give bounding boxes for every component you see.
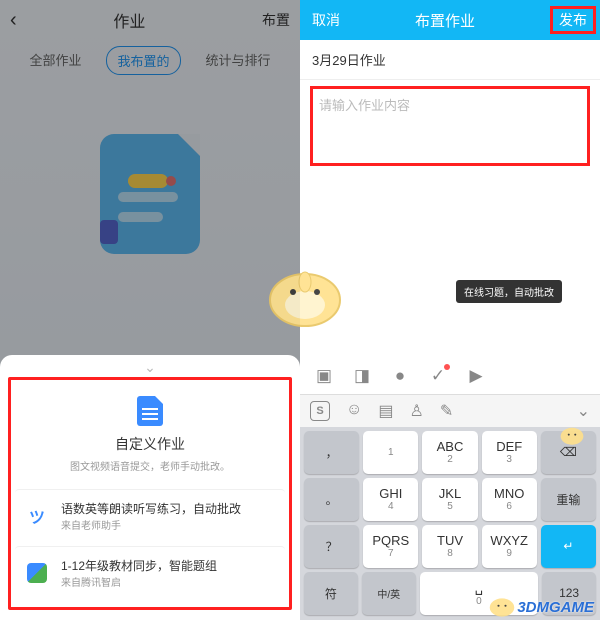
mascot-icon bbox=[554, 420, 590, 446]
smile-icon: ツ bbox=[23, 502, 51, 530]
sheet-handle-icon[interactable]: ⌄ bbox=[138, 359, 162, 369]
key-pqrs[interactable]: PQRS7 bbox=[363, 525, 418, 568]
key-lang[interactable]: 中/英 bbox=[362, 572, 416, 615]
check-icon[interactable]: ✓ bbox=[428, 366, 448, 386]
key-def[interactable]: DEF3 bbox=[482, 431, 537, 474]
tooltip-auto-grade: 在线习题，自动批改 bbox=[456, 280, 562, 303]
option-title: 语数英等朗读听写练习，自动批改 bbox=[61, 500, 277, 517]
highlight-box-options: 自定义作业 图文视频语音提交，老师手动批改。 ツ 语数英等朗读听写练习，自动批改… bbox=[8, 377, 292, 610]
homework-date: 3月29日作业 bbox=[300, 40, 600, 80]
sogou-icon[interactable]: S bbox=[310, 401, 330, 421]
option-reading-practice[interactable]: ツ 语数英等朗读听写练习，自动批改 来自老师助手 bbox=[15, 489, 285, 542]
key-symbol[interactable]: 符 bbox=[304, 572, 358, 615]
bottom-sheet: ⌄ 自定义作业 图文视频语音提交，老师手动批改。 ツ 语数英等朗读听写练习，自动… bbox=[0, 355, 300, 620]
key-question[interactable]: ？ bbox=[304, 525, 359, 568]
handwrite-icon[interactable]: ✎ bbox=[440, 401, 453, 421]
key-jkl[interactable]: JKL5 bbox=[422, 478, 477, 521]
keyboard: ， 1 ABC2 DEF3 ⌫ 。 GHI4 JKL5 MNO6 重输 ？ PQ… bbox=[300, 427, 600, 621]
key-clear[interactable]: 重输 bbox=[541, 478, 596, 521]
cancel-button[interactable]: 取消 bbox=[312, 10, 340, 30]
option-textbook-sync[interactable]: 1-12年级教材同步，智能题组 来自腾讯智启 bbox=[15, 546, 285, 599]
right-nav: 取消 布置作业 发布 bbox=[300, 0, 600, 40]
key-1[interactable]: 1 bbox=[363, 431, 418, 474]
mascot-icon bbox=[255, 250, 355, 330]
mic-icon[interactable]: ● bbox=[390, 366, 410, 386]
option-custom-homework[interactable]: 自定义作业 图文视频语音提交，老师手动批改。 bbox=[15, 384, 285, 485]
video-icon[interactable]: ▶ bbox=[466, 366, 486, 386]
option-title: 1-12年级教材同步，智能题组 bbox=[61, 557, 277, 574]
key-ghi[interactable]: GHI4 bbox=[363, 478, 418, 521]
key-period[interactable]: 。 bbox=[304, 478, 359, 521]
nav-title: 布置作业 bbox=[415, 10, 475, 31]
option-title: 自定义作业 bbox=[23, 434, 277, 454]
image-icon[interactable]: ▣ bbox=[314, 366, 334, 386]
highlight-box-input: 请输入作业内容 bbox=[310, 86, 590, 166]
person-icon[interactable]: ♙ bbox=[409, 401, 423, 421]
camera-icon[interactable]: ◨ bbox=[352, 366, 372, 386]
content-input[interactable]: 请输入作业内容 bbox=[319, 98, 410, 113]
mascot-icon bbox=[482, 590, 522, 618]
book-icon bbox=[23, 559, 51, 587]
content-area: 请输入作业内容 bbox=[300, 80, 600, 172]
option-subtitle: 来自腾讯智启 bbox=[61, 574, 277, 589]
publish-button[interactable]: 发布 bbox=[559, 12, 587, 28]
watermark: 3DMGAME bbox=[517, 599, 594, 616]
emoji-icon[interactable]: ☺ bbox=[346, 401, 362, 421]
key-wxyz[interactable]: WXYZ9 bbox=[482, 525, 537, 568]
key-abc[interactable]: ABC2 bbox=[422, 431, 477, 474]
clipboard-icon[interactable]: ▤ bbox=[378, 401, 393, 421]
key-comma[interactable]: ， bbox=[304, 431, 359, 474]
attachment-toolbar: ▣ ◨ ● ✓ ▶ bbox=[300, 358, 600, 394]
document-icon bbox=[137, 396, 163, 426]
option-subtitle: 来自老师助手 bbox=[61, 517, 277, 532]
key-enter[interactable]: ↵ bbox=[541, 525, 596, 568]
option-subtitle: 图文视频语音提交，老师手动批改。 bbox=[23, 458, 277, 473]
key-mno[interactable]: MNO6 bbox=[482, 478, 537, 521]
highlight-box-publish: 发布 bbox=[550, 6, 596, 34]
keyboard-collapse-icon[interactable]: ⌄ bbox=[577, 401, 590, 421]
key-tuv[interactable]: TUV8 bbox=[422, 525, 477, 568]
